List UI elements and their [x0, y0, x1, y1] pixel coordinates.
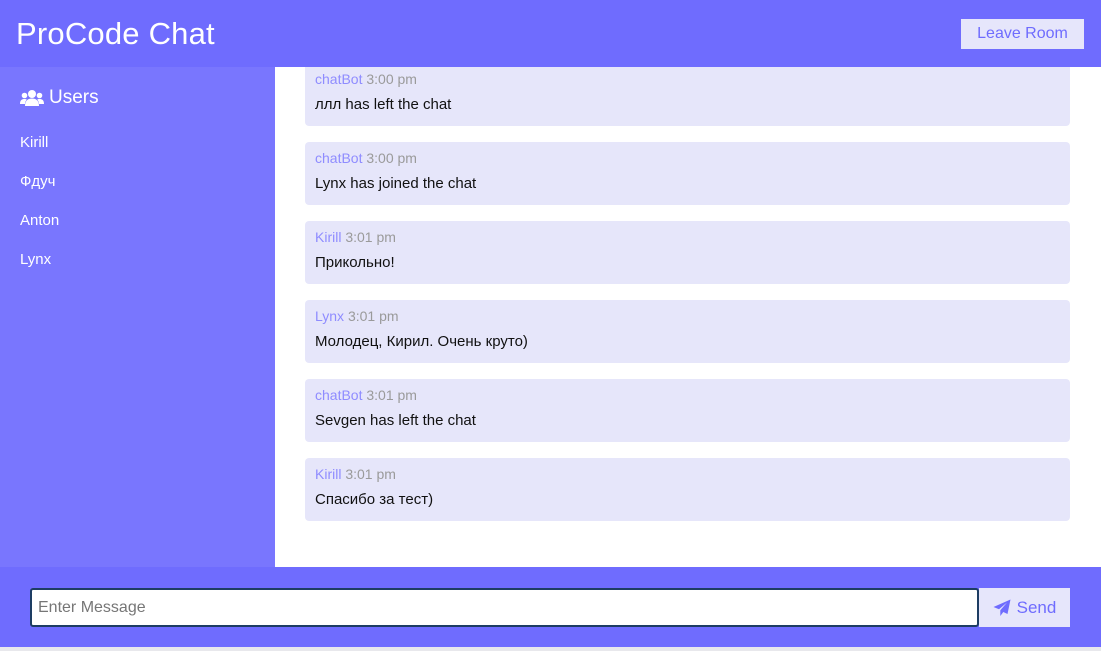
message-author: chatBot: [315, 150, 363, 166]
message: Kirill 3:01 pm Прикольно!: [305, 221, 1070, 284]
message-time: 3:01 pm: [347, 308, 399, 324]
message-time: 3:00 pm: [366, 150, 417, 166]
message-author: Lynx: [315, 308, 345, 324]
message-author: chatBot: [315, 387, 363, 403]
message-meta: chatBot 3:00 pm: [315, 70, 1060, 88]
message: chatBot 3:01 pm Sevgen has left the chat: [305, 379, 1070, 442]
message-meta: Kirill 3:01 pm: [315, 465, 1060, 483]
message-time: 3:01 pm: [366, 387, 417, 403]
users-icon: [20, 89, 44, 107]
message-text: Sevgen has left the chat: [315, 412, 476, 429]
bottom-strip: [0, 647, 1101, 651]
message-time: 3:01 pm: [345, 466, 396, 482]
user-list-item: Kirill: [20, 134, 49, 151]
app-title: ProCode Chat: [16, 15, 215, 51]
message-meta: Kirill 3:01 pm: [315, 228, 1060, 246]
users-sidebar: Users Kirill Фдуч Anton Lynx: [0, 67, 275, 567]
message-text: ллл has left the chat: [315, 96, 452, 113]
message-meta: chatBot 3:00 pm: [315, 149, 1060, 167]
messages-panel[interactable]: chatBot 3:00 pm ллл has left the chat ch…: [275, 67, 1101, 567]
header: ProCode Chat Leave Room: [0, 0, 1101, 67]
message-input[interactable]: [30, 588, 979, 627]
paper-plane-icon: [993, 599, 1011, 617]
user-list-item: Lynx: [20, 251, 52, 268]
message: Kirill 3:01 pm Спасибо за тест): [305, 458, 1070, 521]
message-author: Kirill: [315, 229, 342, 245]
send-button[interactable]: Send: [979, 588, 1070, 627]
user-list-item: Фдуч: [20, 173, 56, 190]
message-text: Спасибо за тест): [315, 491, 434, 508]
message-meta: chatBot 3:01 pm: [315, 386, 1060, 404]
message-time: 3:01 pm: [345, 229, 396, 245]
users-heading-label: Users: [49, 87, 99, 108]
leave-room-button[interactable]: Leave Room: [961, 18, 1084, 49]
message-author: chatBot: [315, 71, 363, 87]
message-author: Kirill: [315, 466, 342, 482]
user-list: Kirill Фдуч Anton Lynx: [20, 123, 255, 279]
send-button-label: Send: [1016, 597, 1057, 617]
users-heading: Users: [20, 87, 255, 109]
message: Lynx 3:01 pm Молодец, Кирил. Очень круто…: [305, 300, 1070, 363]
message-text: Прикольно!: [315, 254, 395, 271]
message-text: Молодец, Кирил. Очень круто): [315, 333, 528, 350]
message-composer: Send: [0, 567, 1101, 647]
message: chatBot 3:00 pm ллл has left the chat: [305, 67, 1070, 126]
chat-app: ProCode Chat Leave Room Users Kirill Фду…: [0, 0, 1101, 651]
message-time: 3:00 pm: [366, 71, 417, 87]
user-list-item: Anton: [20, 212, 60, 229]
message: chatBot 3:00 pm Lynx has joined the chat: [305, 142, 1070, 205]
message-text: Lynx has joined the chat: [315, 175, 477, 192]
message-meta: Lynx 3:01 pm: [315, 307, 1060, 325]
